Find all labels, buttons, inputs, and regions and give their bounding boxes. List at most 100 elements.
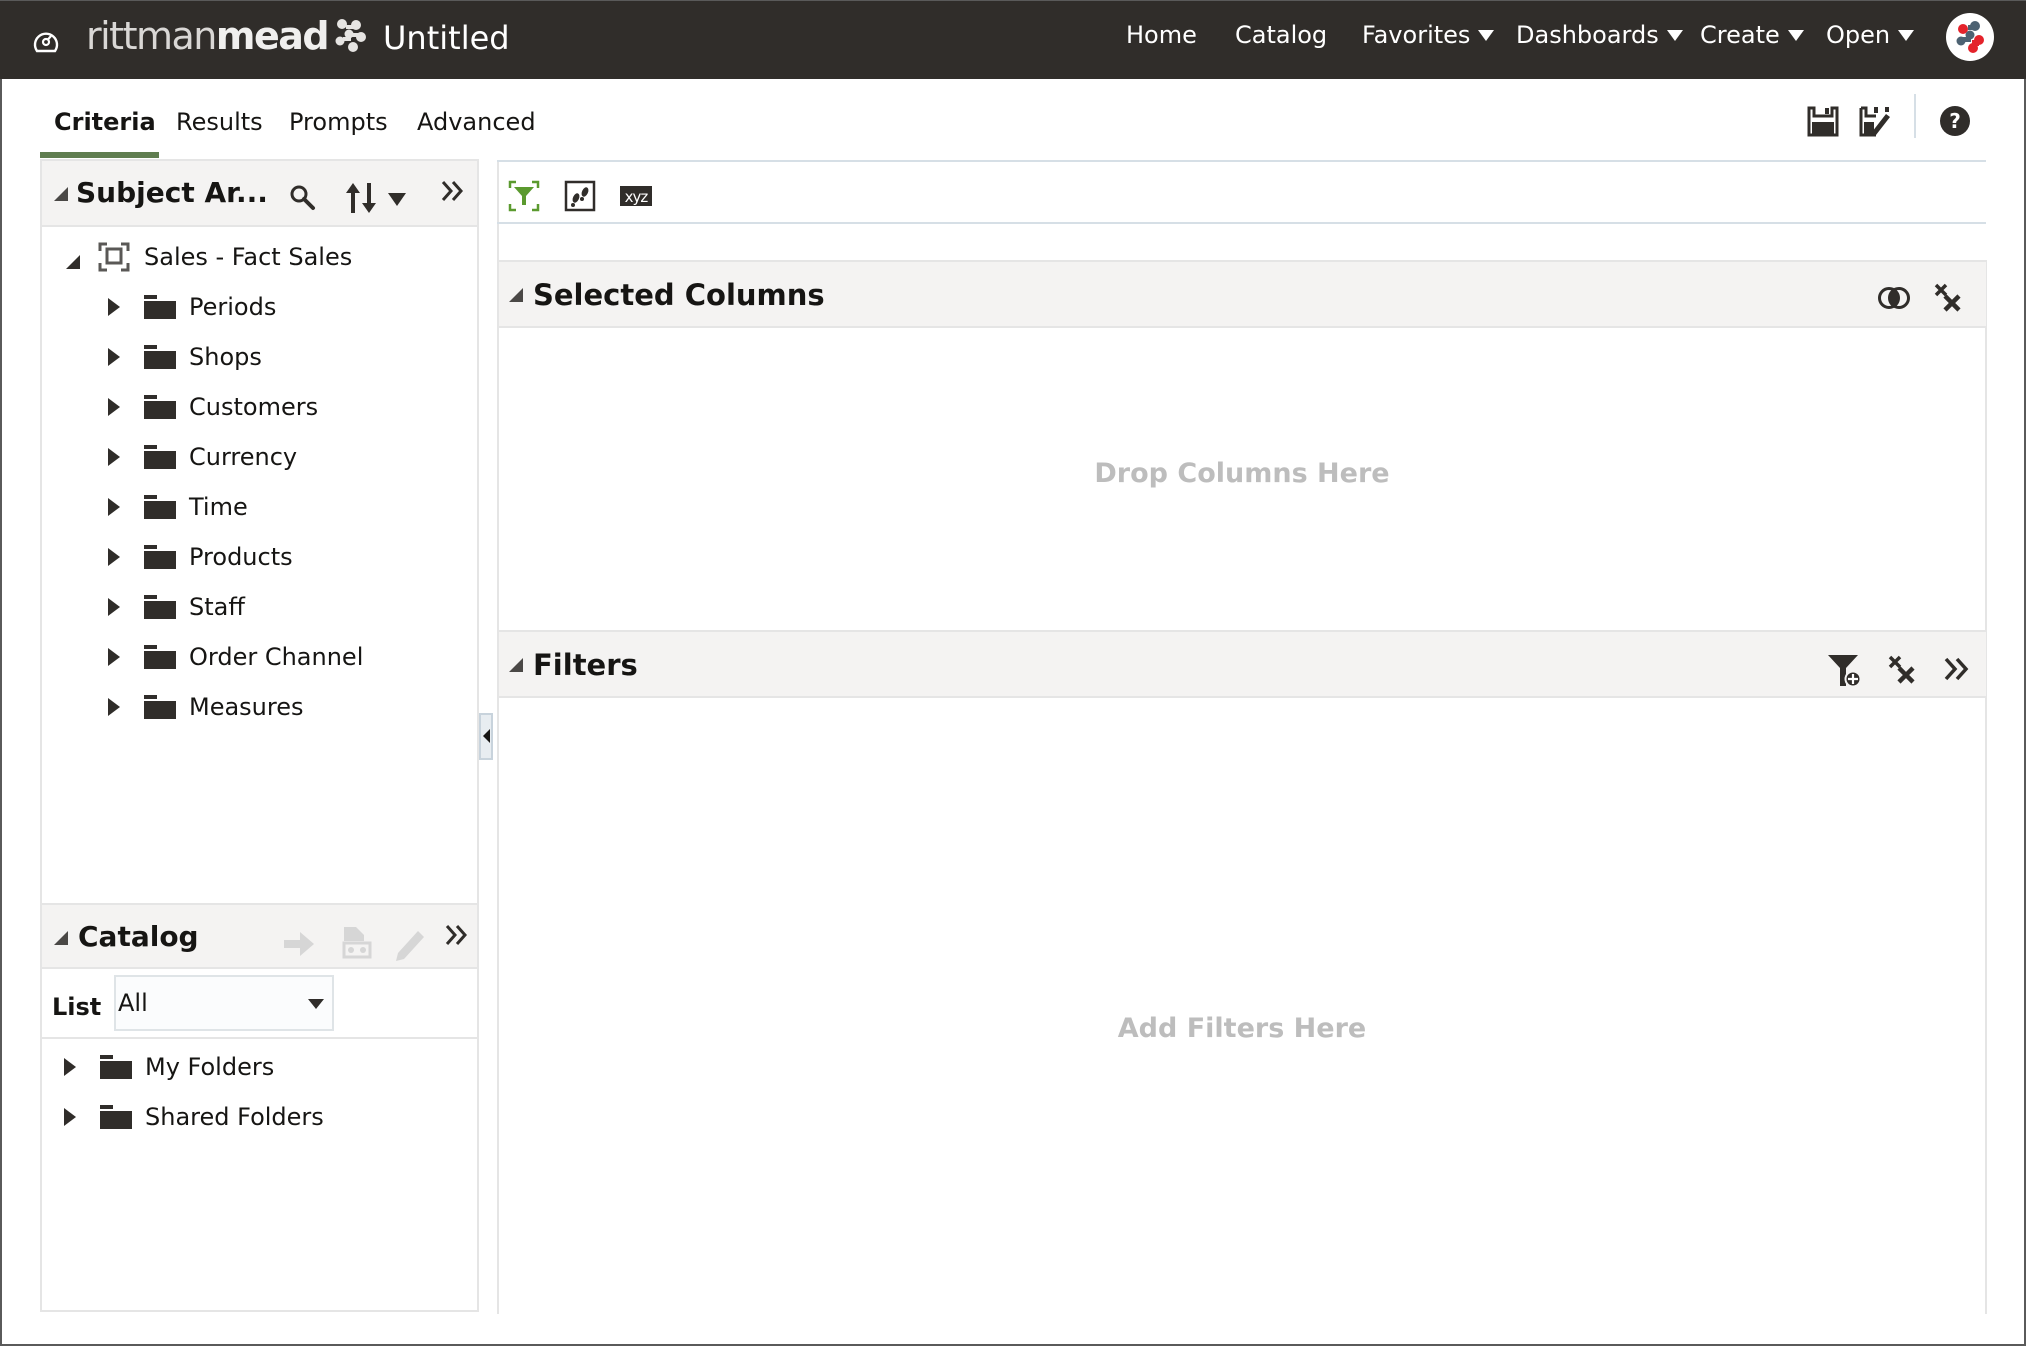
nav-catalog[interactable]: Catalog [1235,21,1327,49]
document-title: Untitled [383,19,510,57]
folder-icon [100,1055,132,1079]
collapse-pane-icon[interactable] [444,923,470,947]
svg-text:?: ? [1949,109,1961,133]
selected-columns-title: Selected Columns [533,278,825,312]
filters-title: Filters [533,648,638,682]
tree-folder-row[interactable]: Staff [108,585,245,629]
folder-icon [144,545,176,569]
tree-root-label: Sales - Fact Sales [144,243,353,271]
folder-icon [144,595,176,619]
steps-icon[interactable] [564,180,596,212]
tree-folder-label: Currency [189,443,298,471]
selected-columns-header[interactable]: Selected Columns [499,260,1986,328]
tree-root-sales-fact-sales[interactable]: Sales - Fact Sales [66,235,352,279]
chevron-down-icon [1478,29,1495,41]
tree-folder-row[interactable]: Products [108,535,293,579]
expand-tree-icon[interactable] [108,698,120,716]
tab-prompts[interactable]: Prompts [289,108,388,136]
nav-catalog-label: Catalog [1235,21,1328,49]
toolbar-divider [497,222,1986,224]
expand-tree-icon[interactable] [108,398,120,416]
tree-folder-label: Periods [189,293,277,321]
collapse-section-icon[interactable] [509,288,523,302]
add-filter-icon[interactable] [1827,654,1863,688]
chevron-down-icon [1898,29,1915,41]
folder-icon [144,295,176,319]
folder-icon [144,395,176,419]
collapse-section-icon[interactable] [509,658,523,672]
panel-splitter[interactable] [479,713,493,760]
expand-tree-icon[interactable] [108,448,120,466]
search-icon[interactable] [288,183,318,213]
sort-icon[interactable] [344,181,380,215]
tab-advanced[interactable]: Advanced [417,108,536,136]
user-avatar[interactable] [1946,13,1994,61]
tab-results[interactable]: Results [176,108,263,136]
expand-tree-icon[interactable] [64,1058,76,1076]
filter-toggle-icon[interactable] [508,180,540,212]
tree-folder-label: Order Channel [189,643,364,671]
left-panel: Subject Ar... Sales - Fact Sales Periods [40,159,479,1312]
tree-folder-row[interactable]: Measures [108,685,304,729]
chevron-down-icon [1666,29,1683,41]
folder-icon [100,1105,132,1129]
tree-folder-row[interactable]: Time [108,485,248,529]
catalog-folder-row[interactable]: Shared Folders [64,1095,324,1139]
chevron-down-icon[interactable] [388,193,406,207]
tab-criteria[interactable]: Criteria [54,108,156,136]
dashboard-gauge-icon[interactable] [32,27,60,55]
tree-folder-label: Products [189,543,293,571]
nav-home[interactable]: Home [1126,21,1197,49]
tree-folder-label: Measures [189,693,304,721]
nav-dashboards-label: Dashboards [1516,21,1659,49]
nav-favorites[interactable]: Favorites [1362,21,1495,49]
filters-header[interactable]: Filters [499,630,1986,698]
folder-icon [144,445,176,469]
collapse-section-icon[interactable] [54,931,68,945]
expand-tree-icon[interactable] [64,1108,76,1126]
move-icon [284,932,314,956]
tree-folder-label: Staff [189,593,245,621]
tree-folder-row[interactable]: Periods [108,285,276,329]
brand-logo[interactable]: rittman mead [86,11,370,61]
save-as-icon[interactable] [1858,104,1892,138]
tree-folder-row[interactable]: Currency [108,435,297,479]
collapse-pane-icon[interactable] [440,179,466,203]
app-header: rittman mead Untitled Home Catalog Favori… [0,0,2026,79]
nav-home-label: Home [1126,21,1197,49]
toolbar-divider [1914,94,1916,138]
collapse-section-icon[interactable] [54,187,68,201]
catalog-title: Catalog [78,920,199,953]
tree-folder-label: Shops [189,343,262,371]
remove-all-icon[interactable] [1933,282,1963,314]
nav-dashboards[interactable]: Dashboards [1516,21,1683,49]
xyz-icon[interactable]: xyz [620,180,652,212]
expand-tree-icon[interactable] [108,598,120,616]
nav-open[interactable]: Open [1826,21,1915,49]
tree-folder-row[interactable]: Shops [108,335,262,379]
help-icon[interactable]: ? [1938,104,1972,138]
catalog-folder-label: Shared Folders [145,1103,324,1131]
collapse-tree-icon[interactable] [66,255,80,269]
expand-tree-icon[interactable] [108,648,120,666]
combine-results-icon[interactable] [1877,286,1911,310]
delete-filters-icon[interactable] [1887,654,1917,686]
expand-tree-icon[interactable] [108,498,120,516]
catalog-folder-row[interactable]: My Folders [64,1045,274,1089]
catalog-header[interactable]: Catalog [42,903,477,969]
subject-areas-header[interactable]: Subject Ar... [42,161,477,227]
expand-tree-icon[interactable] [108,348,120,366]
list-filter-select[interactable]: All [114,975,334,1031]
chevron-down-icon [1787,29,1804,41]
expand-tree-icon[interactable] [108,548,120,566]
properties-icon [342,927,372,959]
subject-areas-title: Subject Ar... [76,176,268,209]
more-options-icon[interactable] [1943,656,1971,682]
save-icon[interactable] [1806,104,1840,138]
tree-folder-row[interactable]: Order Channel [108,635,363,679]
nav-create[interactable]: Create [1700,21,1804,49]
expand-tree-icon[interactable] [108,298,120,316]
user-avatar-icon [1956,21,1984,53]
tree-folder-row[interactable]: Customers [108,385,318,429]
nav-open-label: Open [1826,21,1891,49]
